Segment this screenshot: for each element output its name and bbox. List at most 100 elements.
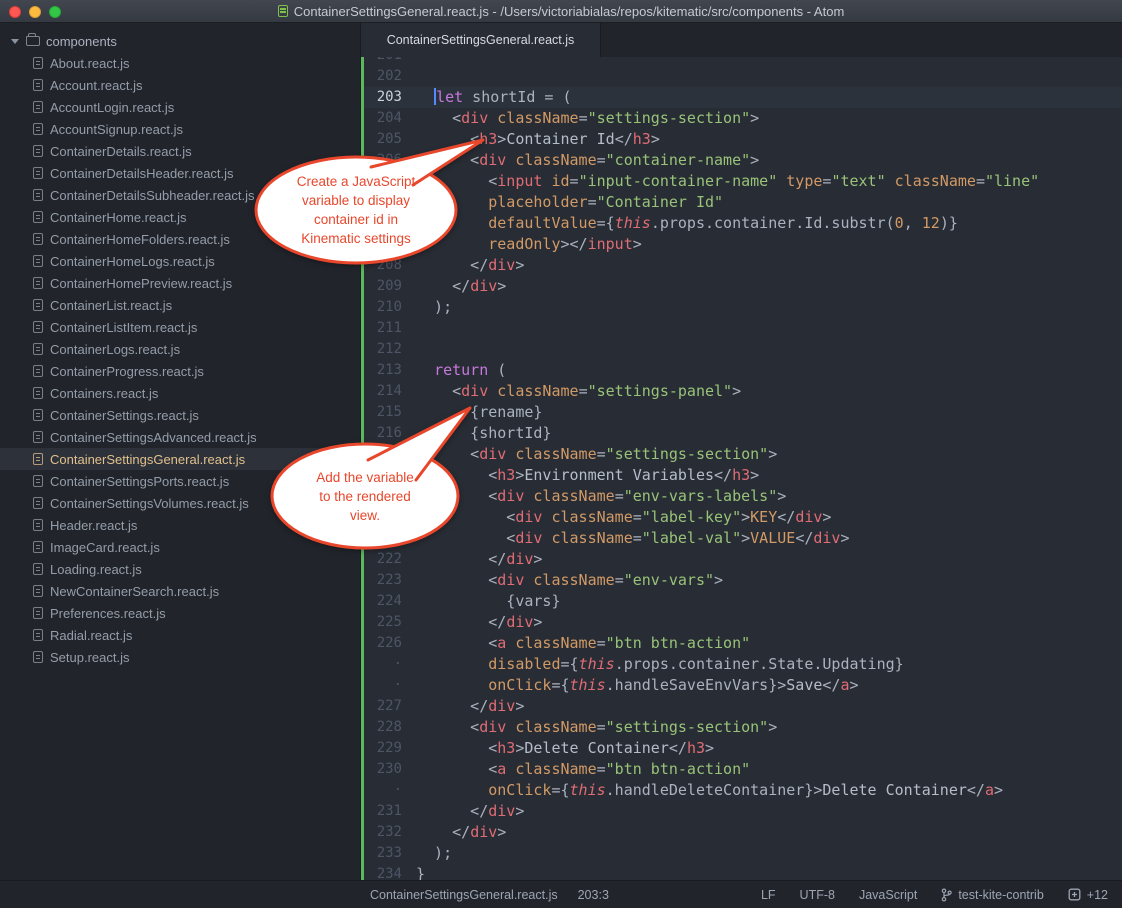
wrap-indicator[interactable]: ·: [361, 780, 416, 801]
code-line[interactable]: 204 <div className="settings-section">: [361, 108, 1122, 129]
tree-item-label: ContainerSettingsVolumes.react.js: [50, 496, 249, 511]
line-number[interactable]: 201: [361, 57, 416, 66]
line-number[interactable]: 211: [361, 318, 416, 339]
tree-item[interactable]: NewContainerSearch.react.js: [0, 580, 360, 602]
line-number[interactable]: 203: [361, 87, 416, 108]
callout-add-variable: Add the variable to the rendered view.: [268, 398, 513, 553]
tree-item-label: ContainerSettings.react.js: [50, 408, 199, 423]
tree-item[interactable]: ContainerList.react.js: [0, 294, 360, 316]
code-line[interactable]: 212: [361, 339, 1122, 360]
code-text: }: [416, 864, 425, 880]
code-line[interactable]: 209 </div>: [361, 276, 1122, 297]
tree-item[interactable]: Radial.react.js: [0, 624, 360, 646]
code-line[interactable]: · disabled={this.props.container.State.U…: [361, 654, 1122, 675]
code-text: </div>: [416, 696, 524, 717]
line-number[interactable]: 228: [361, 717, 416, 738]
title-bar: ContainerSettingsGeneral.react.js - /Use…: [0, 0, 1122, 23]
tree-item-label: Loading.react.js: [50, 562, 142, 577]
line-number[interactable]: 224: [361, 591, 416, 612]
file-icon: [33, 431, 43, 443]
line-number[interactable]: 229: [361, 738, 416, 759]
code-line[interactable]: 234}: [361, 864, 1122, 880]
line-number[interactable]: 226: [361, 633, 416, 654]
tree-item-label: ContainerDetailsHeader.react.js: [50, 166, 234, 181]
file-icon: [33, 277, 43, 289]
code-line[interactable]: · onClick={this.handleDeleteContainer}>D…: [361, 780, 1122, 801]
code-line[interactable]: 202: [361, 66, 1122, 87]
code-line[interactable]: 228 <div className="settings-section">: [361, 717, 1122, 738]
tree-item-label: AccountSignup.react.js: [50, 122, 183, 137]
line-number[interactable]: 210: [361, 297, 416, 318]
wrap-indicator[interactable]: ·: [361, 675, 416, 696]
code-line[interactable]: 211: [361, 318, 1122, 339]
tree-item[interactable]: Setup.react.js: [0, 646, 360, 668]
tree-folder-components[interactable]: components: [0, 30, 360, 52]
tree-item-label: ContainerListItem.react.js: [50, 320, 197, 335]
code-text: onClick={this.handleDeleteContainer}>Del…: [416, 780, 1003, 801]
tree-item[interactable]: AccountLogin.react.js: [0, 96, 360, 118]
line-number[interactable]: 227: [361, 696, 416, 717]
code-line[interactable]: 213 return (: [361, 360, 1122, 381]
code-text: </div>: [416, 612, 542, 633]
status-git-branch[interactable]: test-kite-contrib: [941, 888, 1043, 902]
code-line[interactable]: · onClick={this.handleSaveEnvVars}>Save<…: [361, 675, 1122, 696]
code-line[interactable]: 225 </div>: [361, 612, 1122, 633]
wrap-indicator[interactable]: ·: [361, 654, 416, 675]
code-text: <input id="input-container-name" type="t…: [416, 171, 1039, 192]
line-number[interactable]: 204: [361, 108, 416, 129]
code-line[interactable]: 233 );: [361, 843, 1122, 864]
tree-item[interactable]: ContainerLogs.react.js: [0, 338, 360, 360]
tree-item[interactable]: Loading.react.js: [0, 558, 360, 580]
status-grammar[interactable]: JavaScript: [859, 888, 917, 902]
code-text: <div className="env-vars">: [416, 570, 723, 591]
file-icon: [33, 629, 43, 641]
tree-item-label: Header.react.js: [50, 518, 137, 533]
code-line[interactable]: 223 <div className="env-vars">: [361, 570, 1122, 591]
line-number[interactable]: 209: [361, 276, 416, 297]
status-file-name[interactable]: ContainerSettingsGeneral.react.js: [370, 888, 558, 902]
line-number[interactable]: 202: [361, 66, 416, 87]
tree-item[interactable]: Account.react.js: [0, 74, 360, 96]
line-number[interactable]: 231: [361, 801, 416, 822]
tab-container-settings-general[interactable]: ContainerSettingsGeneral.react.js: [361, 23, 601, 57]
code-text: <div className="settings-section">: [416, 108, 759, 129]
window-title: ContainerSettingsGeneral.react.js - /Use…: [294, 4, 845, 19]
tree-item[interactable]: ContainerListItem.react.js: [0, 316, 360, 338]
tree-item[interactable]: ContainerHomePreview.react.js: [0, 272, 360, 294]
window-title-area: ContainerSettingsGeneral.react.js - /Use…: [0, 4, 1122, 19]
code-line[interactable]: 232 </div>: [361, 822, 1122, 843]
line-number[interactable]: 233: [361, 843, 416, 864]
code-line[interactable]: 231 </div>: [361, 801, 1122, 822]
file-icon: [33, 519, 43, 531]
line-number[interactable]: 213: [361, 360, 416, 381]
code-line[interactable]: 227 </div>: [361, 696, 1122, 717]
line-number[interactable]: 234: [361, 864, 416, 880]
line-number[interactable]: 225: [361, 612, 416, 633]
status-encoding[interactable]: UTF-8: [800, 888, 835, 902]
zoom-window-button[interactable]: [49, 6, 61, 18]
line-number[interactable]: 232: [361, 822, 416, 843]
file-icon: [33, 145, 43, 157]
tab-bar: ContainerSettingsGeneral.react.js: [361, 23, 1122, 57]
callout-text: Create a JavaScript variable to display …: [285, 172, 427, 249]
code-line[interactable]: 229 <h3>Delete Container</h3>: [361, 738, 1122, 759]
code-line[interactable]: 226 <a className="btn btn-action": [361, 633, 1122, 654]
code-line[interactable]: 201: [361, 57, 1122, 66]
tree-item[interactable]: Preferences.react.js: [0, 602, 360, 624]
line-number[interactable]: 212: [361, 339, 416, 360]
tree-item[interactable]: About.react.js: [0, 52, 360, 74]
tree-item-label: Radial.react.js: [50, 628, 132, 643]
code-text: {vars}: [416, 591, 561, 612]
tree-item[interactable]: ContainerProgress.react.js: [0, 360, 360, 382]
line-number[interactable]: 230: [361, 759, 416, 780]
status-git-diff[interactable]: +12: [1068, 888, 1108, 902]
code-line[interactable]: 203 let shortId = (: [361, 87, 1122, 108]
status-line-ending[interactable]: LF: [761, 888, 776, 902]
status-cursor-position[interactable]: 203:3: [578, 888, 609, 902]
code-line[interactable]: 224 {vars}: [361, 591, 1122, 612]
minimize-window-button[interactable]: [29, 6, 41, 18]
code-line[interactable]: 230 <a className="btn btn-action": [361, 759, 1122, 780]
line-number[interactable]: 223: [361, 570, 416, 591]
close-window-button[interactable]: [9, 6, 21, 18]
code-line[interactable]: 210 );: [361, 297, 1122, 318]
